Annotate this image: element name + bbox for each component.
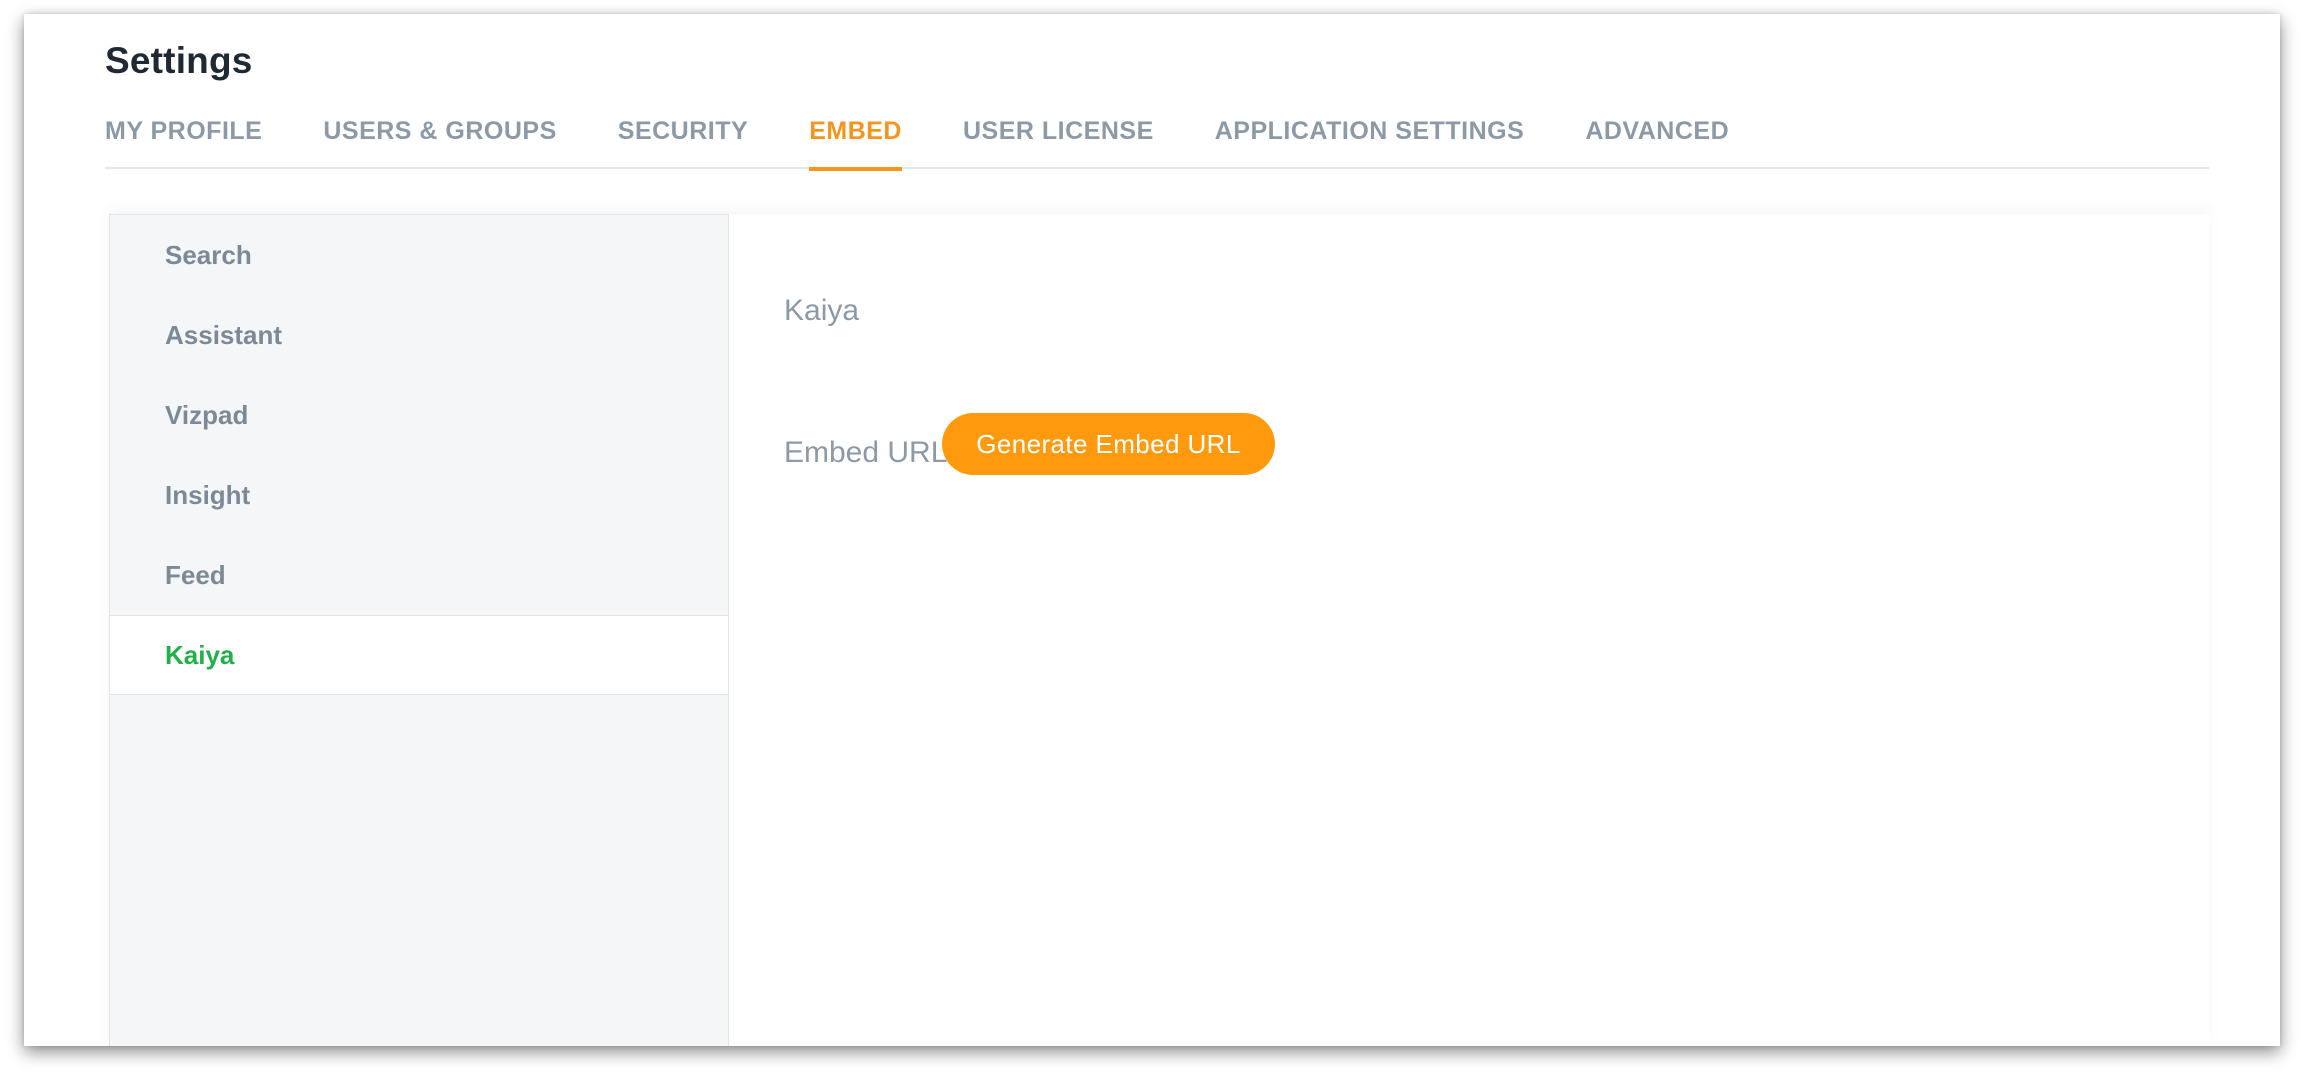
tab-my-profile[interactable]: MY PROFILE: [105, 102, 262, 169]
generate-embed-url-button[interactable]: Generate Embed URL: [942, 413, 1275, 475]
embed-main-panel: Kaiya Embed URL Generate Embed URL: [729, 214, 2209, 1046]
tab-advanced[interactable]: ADVANCED: [1585, 102, 1729, 169]
tab-security[interactable]: SECURITY: [618, 102, 748, 169]
sidebar-item-kaiya[interactable]: Kaiya: [110, 615, 728, 695]
embed-sidebar: Search Assistant Vizpad Insight Feed Kai…: [109, 214, 729, 1046]
tab-users-groups[interactable]: USERS & GROUPS: [323, 102, 556, 169]
settings-window: Settings MY PROFILE USERS & GROUPS SECUR…: [24, 14, 2280, 1046]
sidebar-item-feed[interactable]: Feed: [110, 535, 728, 615]
sidebar-item-assistant[interactable]: Assistant: [110, 295, 728, 375]
page-title: Settings: [105, 40, 253, 81]
sidebar-item-vizpad[interactable]: Vizpad: [110, 375, 728, 455]
sidebar-item-search[interactable]: Search: [110, 215, 728, 295]
section-title: Kaiya: [784, 294, 860, 327]
embed-url-label: Embed URL: [784, 436, 948, 469]
tab-user-license[interactable]: USER LICENSE: [963, 102, 1154, 169]
tab-embed[interactable]: EMBED: [809, 102, 902, 171]
sidebar-item-insight[interactable]: Insight: [110, 455, 728, 535]
tab-application-settings[interactable]: APPLICATION SETTINGS: [1215, 102, 1525, 169]
settings-tabs: MY PROFILE USERS & GROUPS SECURITY EMBED…: [105, 102, 2209, 171]
